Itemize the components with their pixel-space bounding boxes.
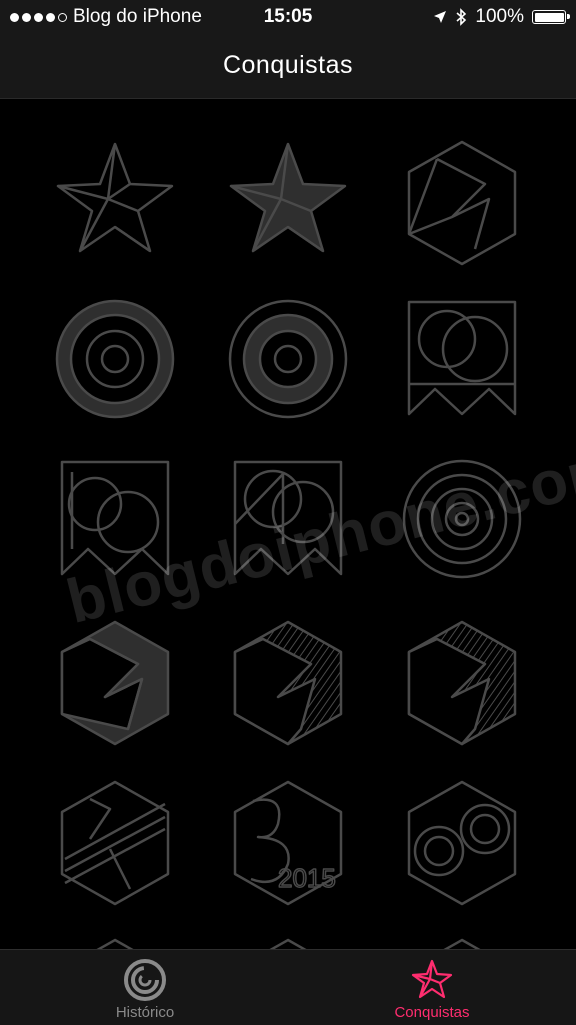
hexagon-outline-badge[interactable]	[397, 139, 527, 269]
hexagon-badge-partial-1[interactable]	[50, 937, 180, 949]
hexagon-2015-badge[interactable]: 2015	[223, 779, 353, 909]
tab-historico-label: Histórico	[115, 1004, 175, 1021]
hexagon-badge-partial-3[interactable]	[397, 937, 527, 949]
bluetooth-icon	[456, 8, 467, 26]
hexagon-badge-partial-2[interactable]	[223, 937, 353, 949]
tab-conquistas-label: Conquistas	[394, 1004, 470, 1021]
rings-banner-badge-3[interactable]	[223, 454, 353, 584]
navigation-bar: Conquistas	[0, 34, 576, 99]
tab-historico[interactable]: Histórico	[55, 950, 235, 1025]
tab-conquistas[interactable]: Conquistas	[342, 950, 522, 1025]
hexagon-striped-badge-2[interactable]	[397, 619, 527, 749]
status-bar: Blog do iPhone 15:05 100%	[0, 0, 576, 34]
hexagon-infinity-badge[interactable]	[397, 779, 527, 909]
battery-icon	[532, 10, 570, 24]
target-badge-2[interactable]	[223, 294, 353, 424]
achievements-grid: 2015 blogdoiphone.com	[0, 99, 576, 949]
hexagon-striped-badge-1[interactable]	[223, 619, 353, 749]
tab-bar: Histórico Conquistas	[0, 949, 576, 1025]
rings-banner-badge-2[interactable]	[50, 454, 180, 584]
target-outline-badge[interactable]	[397, 454, 527, 584]
location-arrow-icon	[434, 11, 447, 23]
rings-banner-badge-1[interactable]	[397, 294, 527, 424]
star-outline-badge[interactable]	[50, 139, 180, 269]
status-right: 100%	[433, 6, 570, 28]
activity-rings-icon	[124, 959, 166, 1001]
page-title: Conquistas	[222, 51, 354, 79]
star-icon	[411, 959, 453, 999]
battery-percent: 100%	[475, 6, 524, 27]
target-badge-1[interactable]	[50, 294, 180, 424]
svg-text:2015: 2015	[278, 863, 336, 893]
hexagon-gray-badge[interactable]	[50, 619, 180, 749]
hexagon-stripes-badge[interactable]	[50, 779, 180, 909]
star-filled-badge[interactable]	[223, 139, 353, 269]
